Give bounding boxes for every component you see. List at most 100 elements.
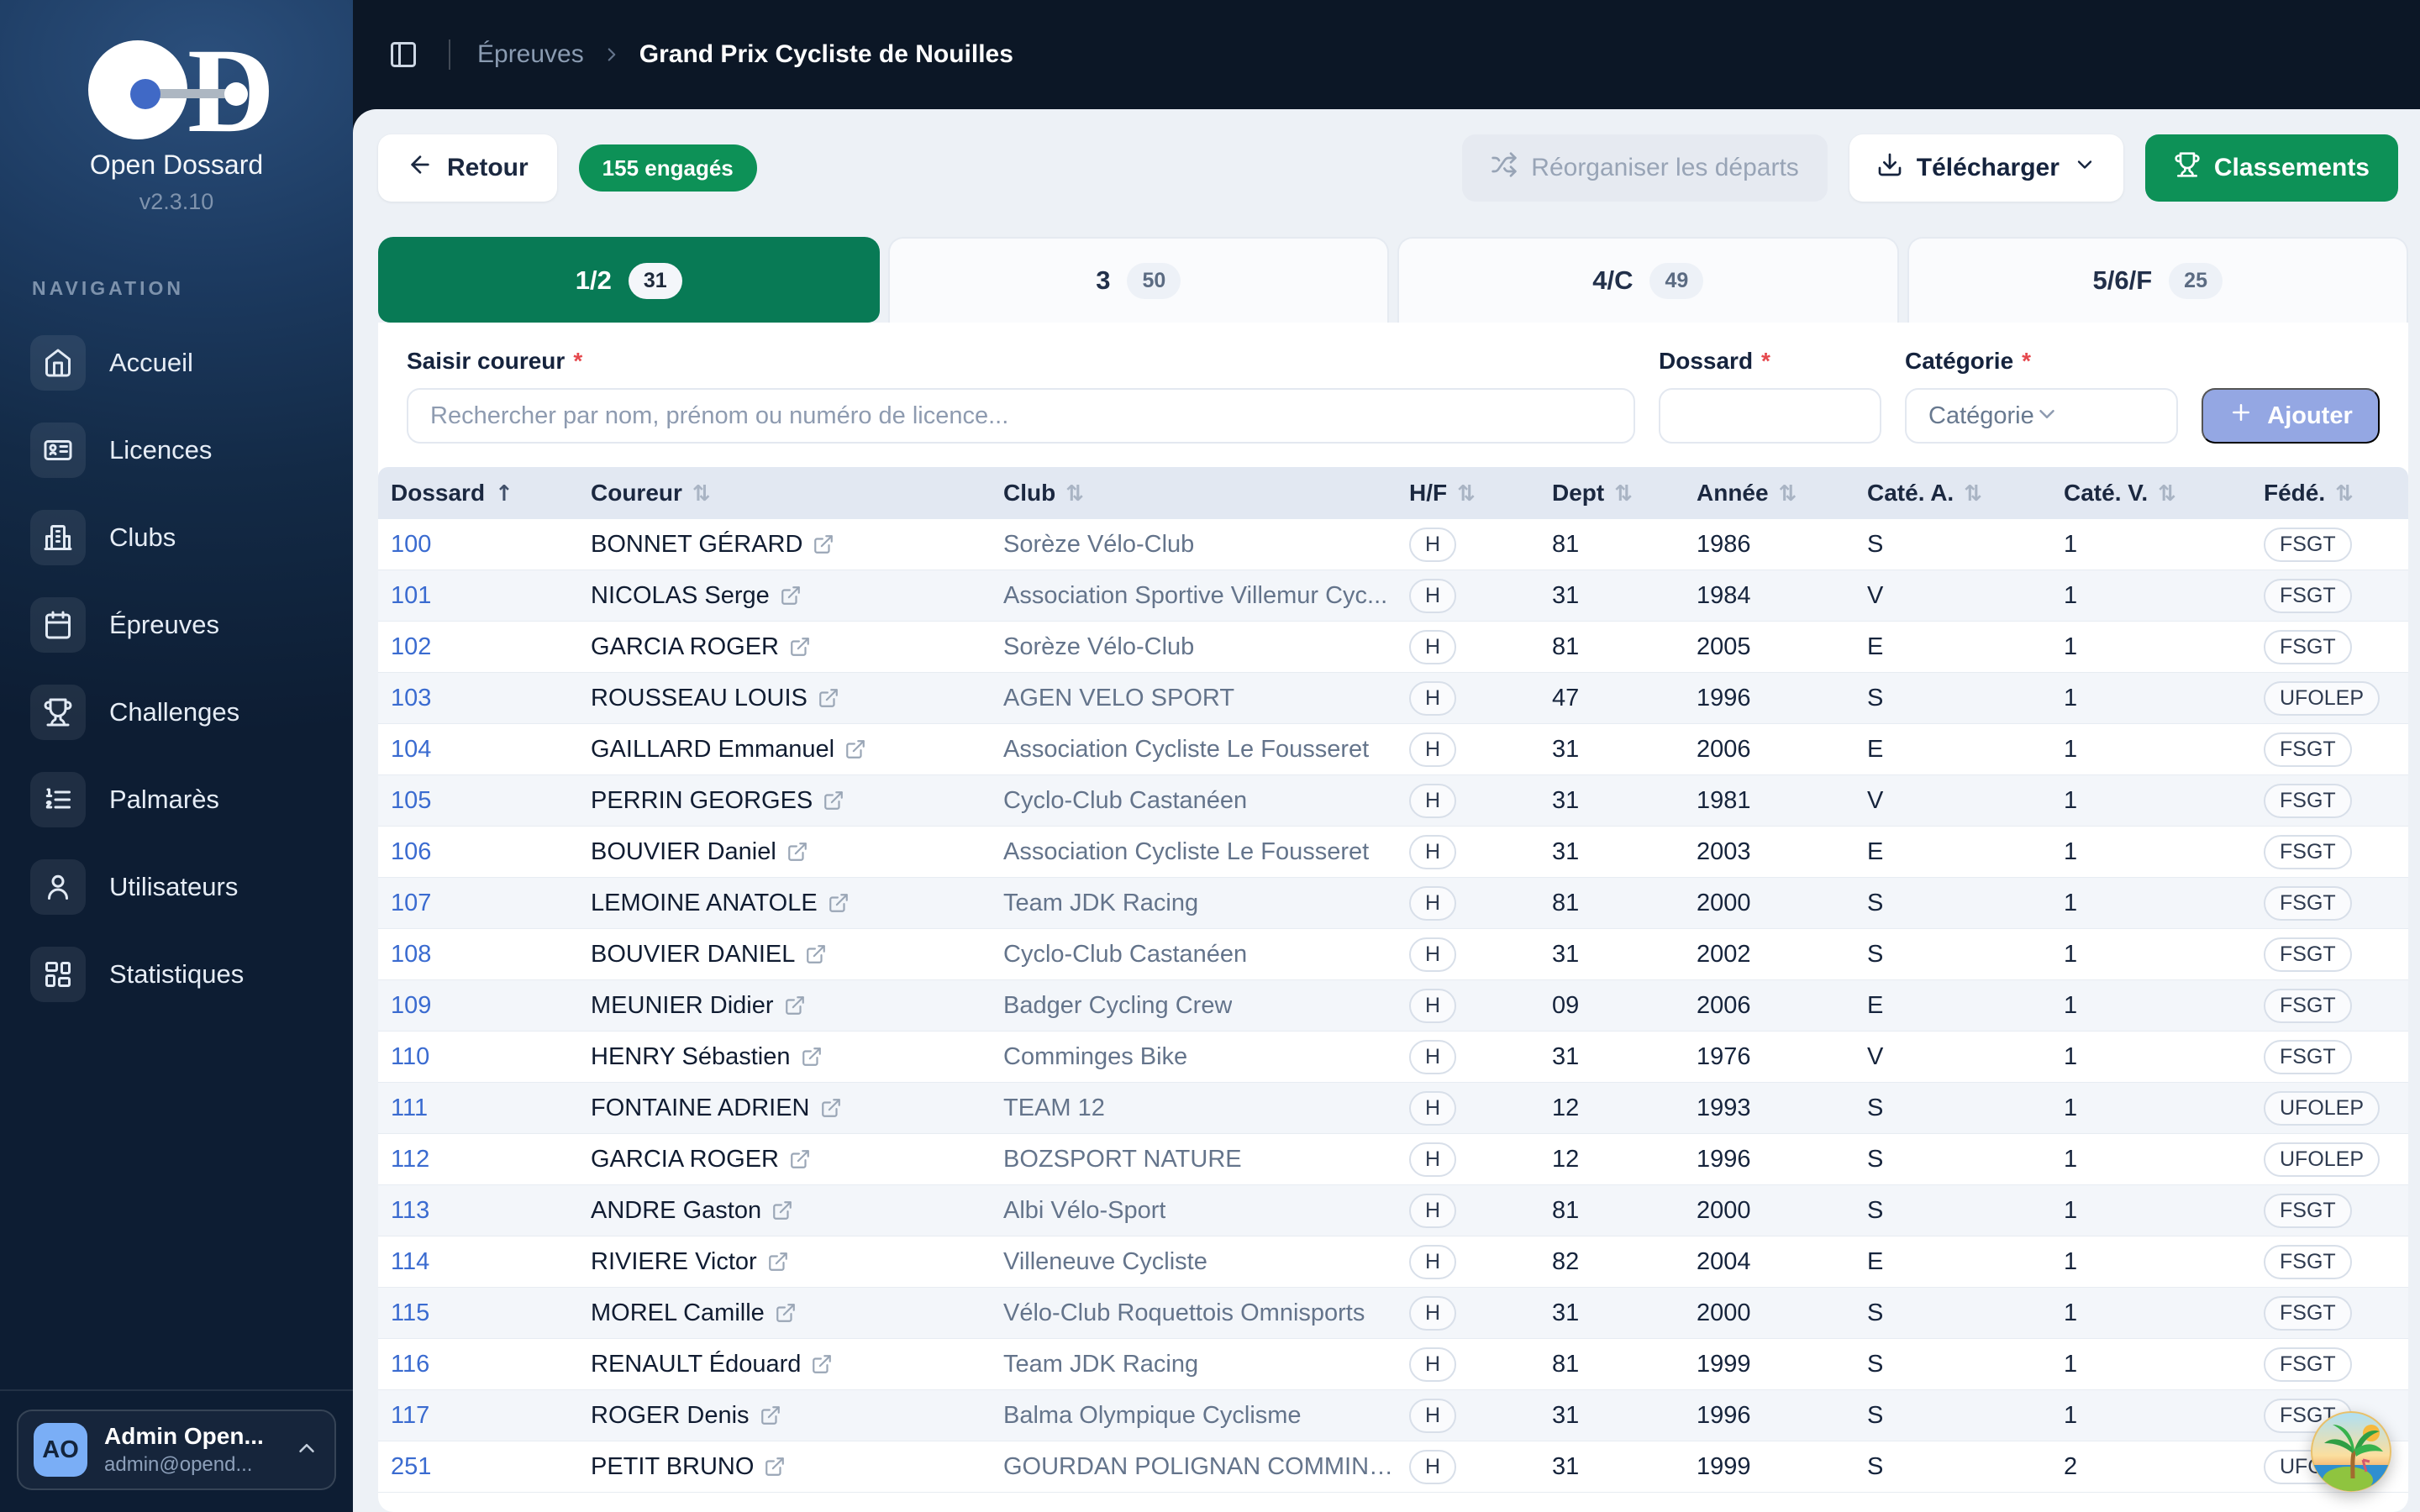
- federation-cell: UFOLEP: [2251, 681, 2408, 716]
- dossard-link[interactable]: 113: [391, 1197, 429, 1225]
- column-header[interactable]: Caté. V.⇅: [2051, 480, 2251, 507]
- dossard-link[interactable]: 116: [391, 1351, 429, 1378]
- sidebar-item-challenges[interactable]: Challenges: [22, 671, 331, 753]
- tab-count-badge: 49: [1649, 263, 1703, 299]
- cate-v-cell: 1: [2051, 941, 2251, 969]
- dossard-link[interactable]: 105: [391, 787, 431, 815]
- gender-badge: H: [1409, 886, 1456, 921]
- rider-name-cell[interactable]: PETIT BRUNO: [578, 1453, 991, 1481]
- column-header[interactable]: Coureur⇅: [578, 480, 991, 507]
- tab-category-1[interactable]: 3 50: [888, 237, 1390, 323]
- cate-v-cell: 1: [2051, 838, 2251, 866]
- gender-cell: H: [1397, 784, 1539, 818]
- sidebar-item-utilisateurs[interactable]: Utilisateurs: [22, 846, 331, 928]
- dossard-link[interactable]: 114: [391, 1248, 429, 1276]
- rider-name-cell[interactable]: GARCIA ROGER: [578, 1146, 991, 1173]
- cate-v-cell: 1: [2051, 582, 2251, 610]
- dossard-link[interactable]: 111: [391, 1095, 428, 1122]
- sidebar-item-epreuves[interactable]: Épreuves: [22, 584, 331, 666]
- dossard-link[interactable]: 102: [391, 633, 431, 661]
- column-header[interactable]: H/F⇅: [1397, 480, 1539, 507]
- dossard-link[interactable]: 117: [391, 1402, 429, 1430]
- id-card-icon: [30, 423, 86, 478]
- dossard-link[interactable]: 251: [391, 1453, 431, 1481]
- year-cell: 1986: [1684, 531, 1854, 559]
- column-header[interactable]: Caté. A.⇅: [1854, 480, 2051, 507]
- table-row: 251 PETIT BRUNO GOURDAN POLIGNAN COMMING…: [378, 1441, 2408, 1493]
- cate-v-cell: 1: [2051, 1146, 2251, 1173]
- rider-name-cell[interactable]: FONTAINE ADRIEN: [578, 1095, 991, 1122]
- table-row: 103 ROUSSEAU LOUIS AGEN VELO SPORT H 47 …: [378, 673, 2408, 724]
- sidebar-item-statistiques[interactable]: Statistiques: [22, 933, 331, 1016]
- rider-name-cell[interactable]: ROGER Denis: [578, 1402, 991, 1430]
- dossard-link[interactable]: 100: [391, 531, 431, 559]
- dossard-link[interactable]: 101: [391, 582, 431, 610]
- cate-a-cell: V: [1854, 582, 2051, 610]
- column-header[interactable]: Club⇅: [991, 480, 1397, 507]
- rider-name-cell[interactable]: ROUSSEAU LOUIS: [578, 685, 991, 712]
- rider-name-cell[interactable]: BONNET GÉRARD: [578, 531, 991, 559]
- column-header[interactable]: Année⇅: [1684, 480, 1854, 507]
- rider-name-cell[interactable]: ANDRE Gaston: [578, 1197, 991, 1225]
- dossard-link[interactable]: 107: [391, 890, 431, 917]
- rider-name-cell[interactable]: HENRY Sébastien: [578, 1043, 991, 1071]
- reorganize-starts-button[interactable]: Réorganiser les départs: [1462, 134, 1828, 202]
- beach-widget-button[interactable]: [2311, 1411, 2391, 1492]
- column-header[interactable]: Fédé.⇅: [2251, 480, 2408, 507]
- table-row: 113 ANDRE Gaston Albi Vélo-Sport H 81 20…: [378, 1185, 2408, 1236]
- back-button[interactable]: Retour: [378, 134, 557, 202]
- rankings-button[interactable]: Classements: [2145, 134, 2398, 202]
- breadcrumb-parent[interactable]: Épreuves: [477, 40, 584, 69]
- year-cell: 2000: [1684, 890, 1854, 917]
- app-logo: D Open Dossard v2.3.10: [0, 0, 353, 223]
- rider-name-cell[interactable]: MEUNIER Didier: [578, 992, 991, 1020]
- user-menu-button[interactable]: AO Admin Open... admin@opend...: [17, 1410, 336, 1490]
- external-link-icon: [764, 1456, 786, 1478]
- rider-name-cell[interactable]: BOUVIER DANIEL: [578, 941, 991, 969]
- table-row: 107 LEMOINE ANATOLE Team JDK Racing H 81…: [378, 878, 2408, 929]
- column-header[interactable]: Dept⇅: [1539, 480, 1684, 507]
- rider-name-cell[interactable]: MOREL Camille: [578, 1299, 991, 1327]
- rider-name-cell[interactable]: LEMOINE ANATOLE: [578, 890, 991, 917]
- table-row: 106 BOUVIER Daniel Association Cycliste …: [378, 827, 2408, 878]
- sidebar-item-palmares[interactable]: Palmarès: [22, 759, 331, 841]
- dossard-link[interactable]: 110: [391, 1043, 429, 1071]
- dept-cell: 47: [1539, 685, 1684, 712]
- rider-name-cell[interactable]: RIVIERE Victor: [578, 1248, 991, 1276]
- column-header[interactable]: Dossard↑: [378, 480, 578, 507]
- divider: [449, 39, 450, 70]
- rider-name-cell[interactable]: NICOLAS Serge: [578, 582, 991, 610]
- dossard-link[interactable]: 115: [391, 1299, 429, 1327]
- download-button[interactable]: Télécharger: [1849, 134, 2123, 202]
- rider-name-cell[interactable]: PERRIN GEORGES: [578, 787, 991, 815]
- riders-card: Saisir coureur* Dossard* Catégorie* Caté…: [378, 323, 2408, 1512]
- rider-name-cell[interactable]: RENAULT Édouard: [578, 1351, 991, 1378]
- tab-category-0[interactable]: 1/2 31: [378, 237, 880, 323]
- dossard-input[interactable]: [1659, 388, 1881, 444]
- rider-name-cell[interactable]: GAILLARD Emmanuel: [578, 736, 991, 764]
- dossard-link[interactable]: 104: [391, 736, 431, 764]
- sidebar-toggle-icon[interactable]: [385, 36, 422, 73]
- sidebar-item-accueil[interactable]: Accueil: [22, 322, 331, 404]
- dossard-link[interactable]: 112: [391, 1146, 429, 1173]
- rider-name-cell[interactable]: BOUVIER Daniel: [578, 838, 991, 866]
- tab-category-3[interactable]: 5/6/F 25: [1907, 237, 2409, 323]
- sidebar-item-clubs[interactable]: Clubs: [22, 496, 331, 579]
- category-select[interactable]: Catégorie: [1905, 388, 2178, 444]
- tab-category-2[interactable]: 4/C 49: [1397, 237, 1899, 323]
- dossard-link[interactable]: 108: [391, 941, 431, 969]
- dossard-link[interactable]: 106: [391, 838, 431, 866]
- sidebar-item-licences[interactable]: Licences: [22, 409, 331, 491]
- club-cell: Comminges Bike: [991, 1043, 1397, 1071]
- trophy-icon: [2174, 151, 2201, 185]
- dossard-link[interactable]: 103: [391, 685, 431, 712]
- table-row: 112 GARCIA ROGER BOZSPORT NATURE H 12 19…: [378, 1134, 2408, 1185]
- federation-badge: UFOLEP: [2264, 1142, 2380, 1177]
- rider-name-cell[interactable]: GARCIA ROGER: [578, 633, 991, 661]
- federation-cell: FSGT: [2251, 579, 2408, 613]
- dossard-link[interactable]: 109: [391, 992, 431, 1020]
- federation-cell: FSGT: [2251, 528, 2408, 562]
- sort-icon: ⇅: [1964, 481, 1982, 507]
- add-rider-button[interactable]: Ajouter: [2202, 388, 2380, 444]
- rider-search-input[interactable]: [407, 388, 1635, 444]
